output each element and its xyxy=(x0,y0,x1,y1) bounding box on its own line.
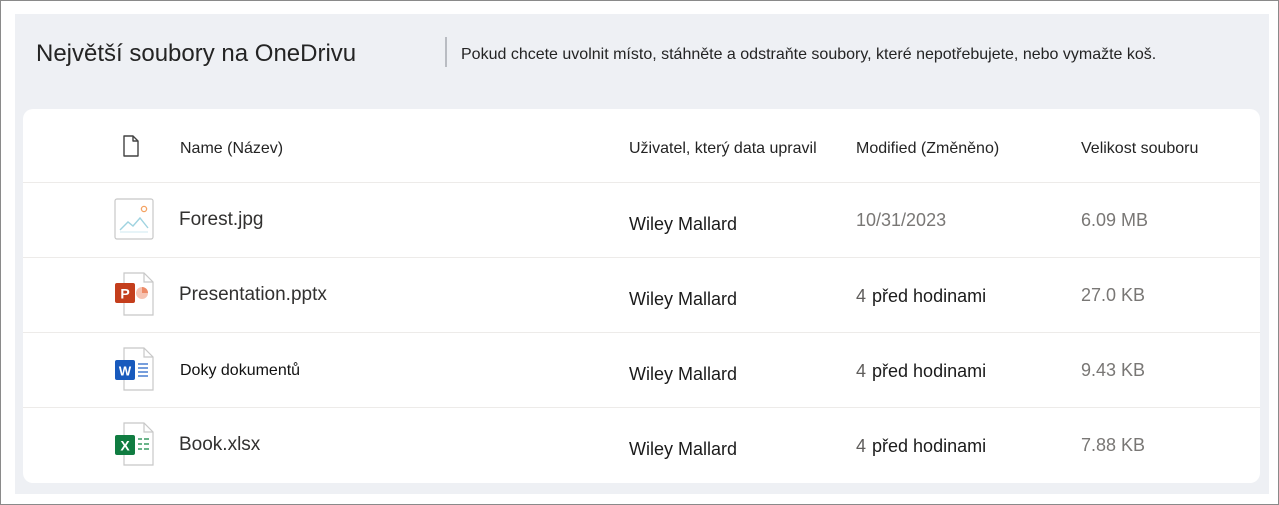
excel-file-icon: X xyxy=(115,422,154,466)
table-row[interactable]: P Presentation.pptx Wiley Mallard 4 před … xyxy=(23,258,1260,333)
file-modified-count: 4 xyxy=(856,361,867,381)
page-title: Největší soubory na OneDrivu xyxy=(36,40,357,67)
file-modified-count: 4 xyxy=(856,286,867,306)
page-description: Pokud chcete uvolnit místo, stáhněte a o… xyxy=(461,46,1157,63)
powerpoint-file-icon: P xyxy=(115,272,154,316)
file-modified-by: Wiley Mallard xyxy=(629,364,738,384)
svg-text:P: P xyxy=(120,286,129,302)
header-divider xyxy=(445,37,447,67)
file-size: 27.0 KB xyxy=(1081,285,1146,305)
file-modified-by: Wiley Mallard xyxy=(629,439,738,459)
file-modified: 4 před hodinami xyxy=(856,436,986,457)
table-row[interactable]: Forest.jpg Wiley Mallard 10/31/2023 6.09… xyxy=(23,183,1260,258)
file-modified-text: před hodinami xyxy=(872,286,987,306)
file-size: 7.88 KB xyxy=(1081,435,1146,455)
image-file-icon xyxy=(114,198,154,240)
column-header-size[interactable]: Velikost souboru xyxy=(1081,140,1198,158)
svg-text:W: W xyxy=(119,364,132,379)
file-modified-date: 10/31/2023 xyxy=(856,210,947,230)
window-frame: Největší soubory na OneDrivu Pokud chcet… xyxy=(0,0,1279,505)
file-modified: 4 před hodinami xyxy=(856,361,986,382)
file-modified-count: 4 xyxy=(856,436,867,456)
file-modified: 10/31/2023 xyxy=(856,210,946,231)
file-name[interactable]: Doky dokumentů xyxy=(180,362,300,380)
largest-files-panel: Největší soubory na OneDrivu Pokud chcet… xyxy=(15,14,1269,494)
column-header-modified-by[interactable]: Uživatel, který data upravil xyxy=(629,140,817,158)
file-modified-by: Wiley Mallard xyxy=(629,214,738,234)
file-name[interactable]: Book.xlsx xyxy=(179,434,260,456)
file-size: 9.43 KB xyxy=(1081,360,1146,380)
table-row[interactable]: W Doky dokumentů Wiley Mallard 4 před hod… xyxy=(23,333,1260,408)
word-file-icon: W xyxy=(115,347,154,391)
file-modified-by: Wiley Mallard xyxy=(629,289,738,309)
file-name[interactable]: Presentation.pptx xyxy=(179,284,327,306)
column-header-modified[interactable]: Modified (Změněno) xyxy=(856,140,999,158)
file-modified-text: před hodinami xyxy=(872,361,987,381)
file-modified-text: před hodinami xyxy=(872,436,987,456)
file-type-icon[interactable] xyxy=(121,135,141,157)
file-size: 6.09 MB xyxy=(1081,210,1149,230)
table-row[interactable]: X Book.xlsx Wiley Mallard 4 před hodinami… xyxy=(23,408,1260,482)
column-header-name[interactable]: Name (Název) xyxy=(180,140,283,158)
files-table: Name (Název) Uživatel, který data upravi… xyxy=(23,109,1260,483)
svg-text:X: X xyxy=(120,438,130,454)
file-modified: 4 před hodinami xyxy=(856,286,986,307)
table-header-row: Name (Název) Uživatel, který data upravi… xyxy=(23,109,1260,183)
file-name[interactable]: Forest.jpg xyxy=(179,209,263,231)
